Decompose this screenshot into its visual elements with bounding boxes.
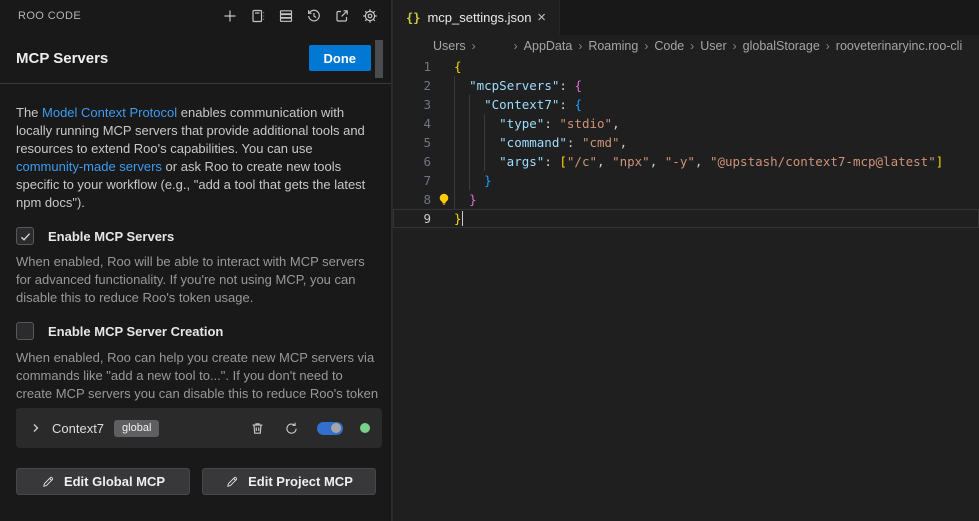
tab-mcp-settings-json[interactable]: {} mcp_settings.json × [393, 0, 560, 35]
header-divider [0, 83, 391, 84]
breadcrumb-item[interactable]: Roaming [588, 39, 638, 53]
restart-icon[interactable] [283, 420, 300, 437]
intro-segment: The [16, 105, 42, 120]
status-dot [360, 423, 370, 433]
enable-mcp-creation-checkbox[interactable] [16, 322, 34, 340]
line-content: "type": "stdio", [431, 114, 620, 133]
server-enabled-toggle[interactable] [317, 422, 343, 435]
enable-mcp-servers-checkbox[interactable] [16, 227, 34, 245]
breadcrumb-separator-icon: › [733, 39, 737, 53]
enable-mcp-creation-row: Enable MCP Server Creation [16, 322, 223, 340]
mcp-servers-icon[interactable] [277, 8, 294, 25]
line-number: 7 [393, 171, 431, 190]
code-line[interactable]: 5 "command": "cmd", [393, 133, 979, 152]
intro-text: The Model Context Protocol enables commu… [16, 104, 378, 212]
line-content: { [431, 57, 462, 76]
code-line[interactable]: 8 } [393, 190, 979, 209]
community-made-servers-link[interactable]: community-made servers [16, 159, 162, 174]
line-number: 6 [393, 152, 431, 171]
button-label: Edit Global MCP [64, 474, 165, 489]
code-line[interactable]: 1{ [393, 57, 979, 76]
breadcrumb-item[interactable]: rooveterinaryinc.roo-cli [836, 39, 962, 53]
code-line[interactable]: 7 } [393, 171, 979, 190]
edit-pencil-icon [225, 475, 239, 489]
add-icon[interactable] [221, 8, 238, 25]
code-editor[interactable]: 1{2 "mcpServers": {3 "Context7": {4 "typ… [393, 57, 979, 228]
line-content: "mcpServers": { [431, 76, 582, 95]
text-cursor [462, 211, 464, 226]
editor-tabbar: {} mcp_settings.json × [393, 0, 979, 35]
lightbulb-icon[interactable] [437, 192, 451, 207]
settings-gear-icon[interactable] [361, 8, 378, 25]
line-content: "Context7": { [431, 95, 582, 114]
check-icon [19, 230, 32, 243]
breadcrumb-item[interactable]: globalStorage [743, 39, 820, 53]
done-button[interactable]: Done [309, 45, 372, 71]
line-number: 4 [393, 114, 431, 133]
edit-pencil-icon [41, 475, 55, 489]
breadcrumb-separator-icon: › [690, 39, 694, 53]
breadcrumb-separator-icon: › [826, 39, 830, 53]
editor-region: {} mcp_settings.json × Users › › AppData › Ro… [393, 0, 979, 521]
code-line[interactable]: 3 "Context7": { [393, 95, 979, 114]
line-content: "command": "cmd", [431, 133, 627, 152]
mcp-server-row-context7[interactable]: Context7 global [16, 408, 382, 448]
line-number: 5 [393, 133, 431, 152]
page-title: MCP Servers [16, 50, 108, 67]
line-number: 9 [393, 209, 431, 228]
enable-mcp-servers-description: When enabled, Roo will be able to intera… [16, 253, 382, 307]
breadcrumb-separator-icon: › [644, 39, 648, 53]
history-icon[interactable] [305, 8, 322, 25]
code-line[interactable]: 4 "type": "stdio", [393, 114, 979, 133]
model-context-protocol-link[interactable]: Model Context Protocol [42, 105, 177, 120]
tab-close-icon[interactable]: × [534, 9, 549, 26]
code-line[interactable]: 2 "mcpServers": { [393, 76, 979, 95]
code-line[interactable]: 6 "args": ["/c", "npx", "-y", "@upstash/… [393, 152, 979, 171]
breadcrumb-item[interactable]: Users [433, 39, 466, 53]
code-line[interactable]: 9} [393, 209, 979, 228]
line-content: } [431, 171, 492, 190]
panel-topbar: ROO CODE [0, 0, 391, 32]
breadcrumb-separator-icon: › [472, 39, 476, 53]
button-label: Edit Project MCP [248, 474, 353, 489]
line-number: 1 [393, 57, 431, 76]
line-number: 2 [393, 76, 431, 95]
breadcrumb-item[interactable]: AppData [524, 39, 573, 53]
edit-global-mcp-button[interactable]: Edit Global MCP [16, 468, 190, 495]
panel-title: ROO CODE [18, 10, 81, 22]
json-braces-icon: {} [406, 11, 420, 25]
breadcrumb-item[interactable]: User [700, 39, 726, 53]
line-number: 8 [393, 190, 431, 209]
line-content: "args": ["/c", "npx", "-y", "@upstash/co… [431, 152, 943, 171]
panel-toolbar [221, 8, 378, 25]
breadcrumb-item[interactable]: Code [654, 39, 684, 53]
enable-mcp-servers-label: Enable MCP Servers [48, 229, 174, 244]
trash-icon[interactable] [249, 420, 266, 437]
open-external-icon[interactable] [333, 8, 350, 25]
breadcrumb: Users › › AppData › Roaming › Code › User › globalS… [393, 35, 979, 57]
panel-scrollbar-thumb[interactable] [375, 40, 383, 78]
breadcrumb-separator-icon: › [578, 39, 582, 53]
enable-mcp-servers-row: Enable MCP Servers [16, 227, 174, 245]
chevron-right-icon[interactable] [28, 420, 44, 436]
server-name: Context7 [52, 421, 104, 436]
line-number: 3 [393, 95, 431, 114]
prompts-notebook-icon[interactable] [249, 8, 266, 25]
enable-mcp-creation-label: Enable MCP Server Creation [48, 324, 223, 339]
panel-header: MCP Servers Done [16, 40, 371, 76]
server-scope-badge: global [114, 420, 159, 437]
roo-code-panel: ROO CODE MCP Servers Done Th [0, 0, 391, 521]
breadcrumb-separator-icon: › [514, 39, 518, 53]
mcp-edit-buttons: Edit Global MCP Edit Project MCP [16, 468, 376, 495]
line-content: } [431, 209, 463, 228]
toggle-knob [331, 423, 341, 433]
edit-project-mcp-button[interactable]: Edit Project MCP [202, 468, 376, 495]
tab-title: mcp_settings.json [427, 10, 531, 25]
